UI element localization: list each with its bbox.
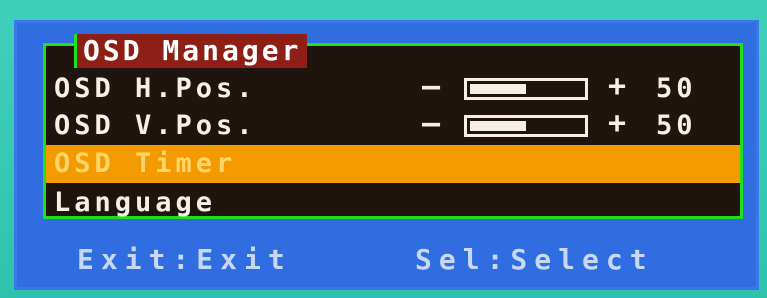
menu-item-label: OSD Timer	[54, 148, 237, 179]
menu-item-label: OSD H.Pos.	[54, 73, 257, 104]
h-pos-slider-fill	[470, 84, 526, 94]
menu-item-label: OSD V.Pos.	[54, 110, 257, 141]
menu-item-osd-v-pos[interactable]: OSD V.Pos. — + 50	[46, 105, 740, 145]
v-pos-slider-fill	[470, 121, 526, 131]
increase-icon[interactable]: +	[608, 105, 630, 143]
osd-menu-title: OSD Manager	[74, 34, 308, 68]
menu-item-osd-timer[interactable]: OSD Timer	[46, 145, 740, 183]
decrease-icon[interactable]: —	[422, 105, 444, 143]
menu-item-label: Language	[54, 187, 217, 218]
v-pos-value: 50	[656, 110, 697, 141]
menu-item-osd-h-pos[interactable]: OSD H.Pos. — + 50	[46, 68, 740, 108]
monitor-screen: OSD Manager OSD H.Pos. — + 50 OSD V.Pos.…	[0, 0, 767, 298]
h-pos-slider[interactable]	[464, 78, 588, 100]
increase-icon[interactable]: +	[608, 68, 630, 106]
exit-hint: Exit:Exit	[77, 243, 292, 276]
h-pos-value: 50	[656, 73, 697, 104]
decrease-icon[interactable]: —	[422, 68, 444, 106]
v-pos-slider[interactable]	[464, 115, 588, 137]
osd-window: OSD Manager OSD H.Pos. — + 50 OSD V.Pos.…	[14, 20, 759, 290]
menu-item-language[interactable]: Language	[46, 184, 740, 222]
osd-menu-panel: OSD Manager OSD H.Pos. — + 50 OSD V.Pos.…	[43, 34, 743, 222]
select-hint: Sel:Select	[415, 243, 654, 276]
